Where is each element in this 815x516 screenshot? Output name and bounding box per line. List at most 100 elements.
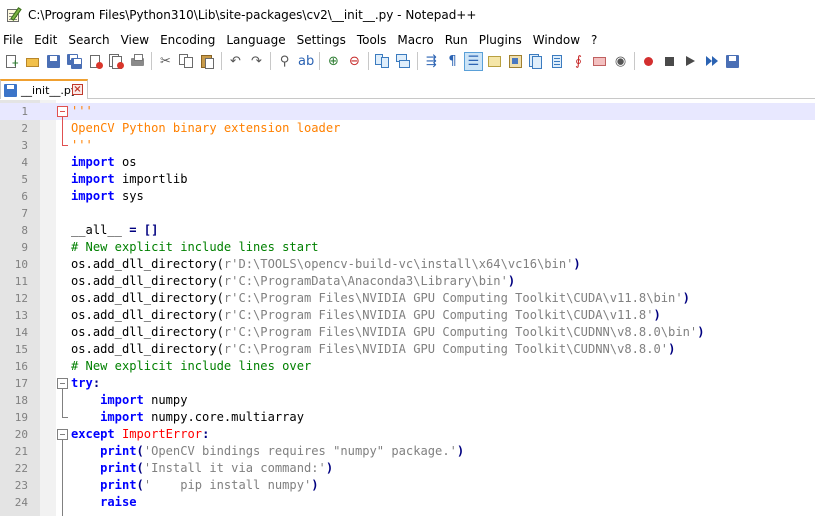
code-line[interactable]: 14 os.add_dll_directory(r'C:\Program File… xyxy=(0,324,815,341)
code-line[interactable]: 10 os.add_dll_directory(r'D:\TOOLS\opencv… xyxy=(0,256,815,273)
menu-view[interactable]: View xyxy=(116,33,155,47)
toolbar-separator xyxy=(270,52,271,70)
run-macro-multiple-button[interactable] xyxy=(702,52,721,71)
editor[interactable]: 1 ''' 2 OpenCV Python binary extension load… xyxy=(0,100,815,516)
menu-encoding[interactable]: Encoding xyxy=(155,33,221,47)
code-text: __all__ = [] xyxy=(71,222,158,239)
code-line[interactable]: 20 except ImportError: xyxy=(0,426,815,443)
menu-language[interactable]: Language xyxy=(221,33,291,47)
code-line[interactable]: 21 print('OpenCV bindings requires "nump… xyxy=(0,443,815,460)
code-line[interactable]: 11 os.add_dll_directory(r'C:\ProgramData\… xyxy=(0,273,815,290)
function-list-button[interactable] xyxy=(548,52,567,71)
code-line[interactable]: 3 ''' xyxy=(0,137,815,154)
save-all-button[interactable] xyxy=(65,52,84,71)
code-line[interactable]: 15 os.add_dll_directory(r'C:\Program File… xyxy=(0,341,815,358)
paste-button[interactable] xyxy=(198,52,217,71)
menu-run[interactable]: Run xyxy=(440,33,474,47)
indent-guide-button[interactable]: ☰ xyxy=(464,51,483,71)
code-token: __all__ xyxy=(71,223,130,237)
code-line[interactable]: 6 import sys xyxy=(0,188,815,205)
line-number: 6 xyxy=(21,190,28,203)
code-token: import xyxy=(71,172,115,186)
fold-toggle-icon[interactable] xyxy=(57,106,68,117)
word-wrap-button[interactable]: ⇶ xyxy=(422,52,441,71)
code-token: ImportError xyxy=(114,427,203,441)
tab-init-py[interactable]: __init__.py × xyxy=(0,79,88,99)
print-button[interactable] xyxy=(128,52,147,71)
cut-button[interactable]: ✂ xyxy=(156,52,175,71)
fold-toggle-icon[interactable] xyxy=(57,378,68,389)
redo-button[interactable]: ↷ xyxy=(247,52,266,71)
menu-edit[interactable]: Edit xyxy=(29,33,63,47)
menu-tools[interactable]: Tools xyxy=(352,33,393,47)
close-button[interactable] xyxy=(86,52,105,71)
code-line[interactable]: 5 import importlib xyxy=(0,171,815,188)
code-line[interactable]: 4 import os xyxy=(0,154,815,171)
code-line[interactable]: 22 print('Install it via command:') xyxy=(0,460,815,477)
code-line[interactable]: 13 os.add_dll_directory(r'C:\Program File… xyxy=(0,307,815,324)
save-button[interactable] xyxy=(44,52,63,71)
code-token: : xyxy=(202,427,210,441)
copy-button[interactable] xyxy=(177,52,196,71)
menu-help[interactable]: ? xyxy=(586,33,603,47)
zoom-out-icon: ⊖ xyxy=(349,53,360,69)
code-token: ( xyxy=(136,461,144,475)
stop-recording-button[interactable] xyxy=(660,52,679,71)
save-macro-button[interactable] xyxy=(723,52,742,71)
document-map-button[interactable] xyxy=(506,52,525,71)
code-line[interactable]: 16 # New explicit include lines over xyxy=(0,358,815,375)
zoom-out-button[interactable]: ⊖ xyxy=(345,52,364,71)
menu-file[interactable]: File xyxy=(0,33,29,47)
new-file-button[interactable]: + xyxy=(2,52,21,71)
sync-vertical-button[interactable] xyxy=(373,52,392,71)
code-line[interactable]: 12 os.add_dll_directory(r'C:\Program File… xyxy=(0,290,815,307)
menu-plugins[interactable]: Plugins xyxy=(474,33,528,47)
show-all-characters-button[interactable]: ¶ xyxy=(443,52,462,71)
undo-button[interactable]: ↶ xyxy=(226,52,245,71)
code-line[interactable]: 23 print(' pip install numpy') xyxy=(0,477,815,494)
code-line[interactable]: 18 import numpy xyxy=(0,392,815,409)
start-recording-button[interactable] xyxy=(639,52,658,71)
udl-button[interactable] xyxy=(485,52,504,71)
document-list-button[interactable] xyxy=(527,52,546,71)
folder-as-workspace-button[interactable]: ∮ xyxy=(569,52,588,71)
code-line[interactable]: 8 __all__ = [] xyxy=(0,222,815,239)
zoom-in-button[interactable]: ⊕ xyxy=(324,52,343,71)
code-line[interactable]: 7 xyxy=(0,205,815,222)
code-token: os.add_dll_directory( xyxy=(71,325,224,339)
menu-search[interactable]: Search xyxy=(63,33,115,47)
find-button[interactable]: ⚲ xyxy=(275,52,294,71)
code-token: os xyxy=(114,155,137,169)
stop-icon xyxy=(662,54,677,69)
menu-macro[interactable]: Macro xyxy=(392,33,439,47)
menu-window[interactable]: Window xyxy=(528,33,586,47)
line-number: 23 xyxy=(14,479,28,492)
sync-horizontal-button[interactable] xyxy=(394,52,413,71)
code-line[interactable]: 19 import numpy.core.multiarray xyxy=(0,409,815,426)
code-line[interactable]: 17 try: xyxy=(0,375,815,392)
close-all-button[interactable] xyxy=(107,52,126,71)
fold-toggle-icon[interactable] xyxy=(57,429,68,440)
menu-settings[interactable]: Settings xyxy=(292,33,352,47)
playback-button[interactable] xyxy=(681,52,700,71)
code-token: ''' xyxy=(71,104,93,118)
monitoring-button[interactable]: ◉ xyxy=(611,52,630,71)
code-token: ) xyxy=(311,478,319,492)
eye-icon: ◉ xyxy=(614,53,627,69)
replace-button[interactable]: ab xyxy=(296,52,315,71)
panel-button[interactable] xyxy=(590,52,609,71)
code-token: numpy.core.multiarray xyxy=(143,410,304,424)
close-all-icon xyxy=(109,53,124,69)
code-line[interactable]: 1 ''' xyxy=(0,103,815,120)
code-line[interactable]: 24 raise xyxy=(0,494,815,511)
document-list-icon xyxy=(529,53,544,69)
open-file-button[interactable] xyxy=(23,52,42,71)
scissors-icon: ✂ xyxy=(160,53,171,69)
code-line[interactable]: 9 # New explicit include lines start xyxy=(0,239,815,256)
code-line[interactable]: 2 OpenCV Python binary extension loader xyxy=(0,120,815,137)
code-token: ) xyxy=(697,325,705,339)
close-tab-icon[interactable]: × xyxy=(72,84,83,95)
code-text: raise xyxy=(71,494,136,511)
